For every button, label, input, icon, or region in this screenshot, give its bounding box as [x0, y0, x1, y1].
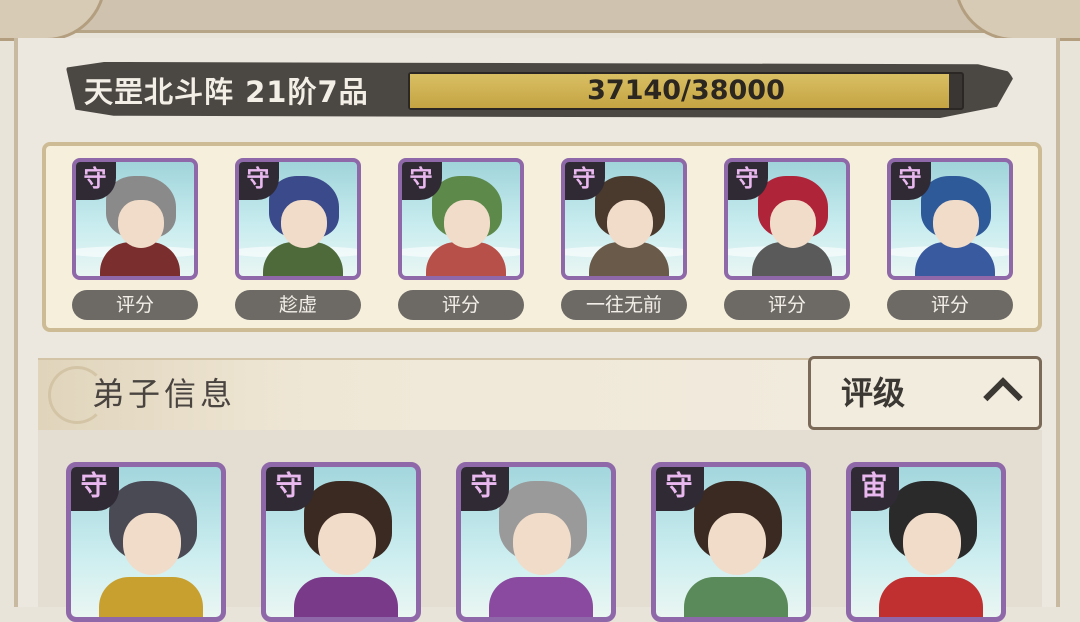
skill-label: 评分: [724, 290, 850, 320]
character-face: [770, 200, 816, 248]
character-portrait[interactable]: 守: [724, 158, 850, 280]
disciple-card[interactable]: 守: [456, 462, 616, 622]
character-outfit: [879, 577, 983, 617]
frame-ornament-left: [0, 0, 106, 41]
skill-label: 一往无前: [561, 290, 687, 320]
team-member-slot[interactable]: 守趁虚: [235, 158, 361, 320]
character-face: [318, 513, 376, 575]
rank-badge: 守: [461, 467, 509, 511]
progress-text: 37140/38000: [587, 75, 785, 106]
team-member-slot[interactable]: 守评分: [887, 158, 1013, 320]
skill-label: 评分: [72, 290, 198, 320]
character-face: [933, 200, 979, 248]
sort-label: 评级: [841, 374, 906, 412]
character-face: [118, 200, 164, 248]
rank-badge: 守: [266, 467, 314, 511]
character-face: [903, 513, 961, 575]
character-outfit: [684, 577, 788, 617]
section-title: 弟子信息: [92, 375, 237, 413]
team-member-slot[interactable]: 守评分: [398, 158, 524, 320]
chevron-up-icon: [983, 377, 1023, 417]
character-portrait[interactable]: 守: [561, 158, 687, 280]
team-lineup: 守评分守趁虚守评分守一往无前守评分守评分: [42, 142, 1042, 332]
character-face: [513, 513, 571, 575]
sort-dropdown-button[interactable]: 评级: [808, 356, 1042, 430]
team-member-slot[interactable]: 守评分: [72, 158, 198, 320]
character-outfit: [294, 577, 398, 617]
character-portrait[interactable]: 守: [398, 158, 524, 280]
skill-label: 评分: [887, 290, 1013, 320]
character-outfit: [489, 577, 593, 617]
character-face: [444, 200, 490, 248]
character-portrait[interactable]: 守: [72, 158, 198, 280]
character-face: [123, 513, 181, 575]
disciple-card[interactable]: 宙: [846, 462, 1006, 622]
formation-title: 天罡北斗阵 21阶7品: [84, 75, 369, 109]
character-portrait[interactable]: 守: [887, 158, 1013, 280]
rank-badge: 守: [71, 467, 119, 511]
rank-badge: 宙: [851, 467, 899, 511]
team-member-slot[interactable]: 守评分: [724, 158, 850, 320]
character-face: [607, 200, 653, 248]
disciple-card[interactable]: 守: [66, 462, 226, 622]
character-face: [281, 200, 327, 248]
top-frame: [0, 0, 1080, 33]
disciple-card[interactable]: 守: [261, 462, 421, 622]
formation-progress-bar: 37140/38000: [408, 72, 964, 110]
character-face: [708, 513, 766, 575]
team-member-slot[interactable]: 守一往无前: [561, 158, 687, 320]
skill-label: 趁虚: [235, 290, 361, 320]
skill-label: 评分: [398, 290, 524, 320]
disciple-card[interactable]: 守: [651, 462, 811, 622]
character-portrait[interactable]: 守: [235, 158, 361, 280]
character-outfit: [99, 577, 203, 617]
rank-badge: 守: [656, 467, 704, 511]
frame-ornament-right: [954, 0, 1080, 41]
